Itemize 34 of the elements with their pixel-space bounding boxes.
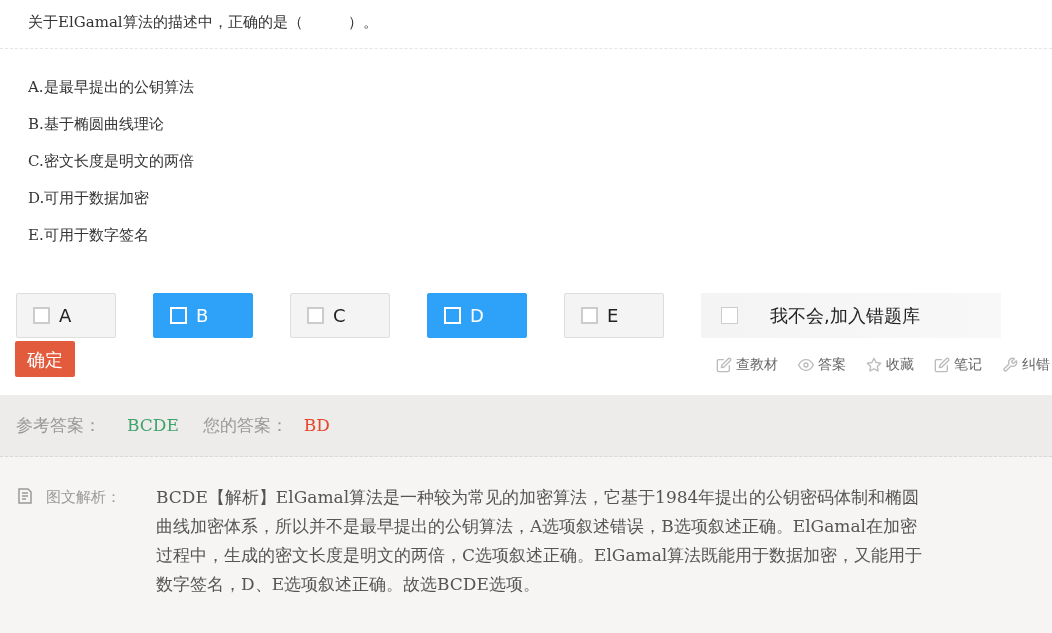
checkbox-icon xyxy=(444,307,461,324)
user-answer: BD xyxy=(303,413,330,437)
star-icon xyxy=(866,356,882,373)
checkbox-icon xyxy=(33,307,50,324)
reference-answer: BCDE xyxy=(127,413,179,437)
checkbox-icon xyxy=(721,307,738,324)
question-text: 关于ElGamal算法的描述中，正确的是（ ）。 xyxy=(28,13,378,31)
tool-link[interactable]: 收藏 xyxy=(886,354,914,375)
option-text: E.可用于数字签名 xyxy=(28,225,150,246)
tool-link[interactable]: 笔记 xyxy=(954,354,982,375)
analysis-label: 图文解析： xyxy=(46,487,122,508)
tool-link[interactable]: 纠错 xyxy=(1022,354,1050,375)
choice-button[interactable]: C xyxy=(290,293,390,338)
mistake-toggle[interactable]: 我不会,加入错题库 xyxy=(701,293,1001,338)
edit-icon xyxy=(716,356,732,373)
option-text: A.是最早提出的公钥算法 xyxy=(28,77,195,98)
edit-icon xyxy=(934,356,950,373)
wrench-icon xyxy=(1002,356,1018,373)
confirm-button[interactable]: 确定 xyxy=(15,341,75,377)
document-icon xyxy=(16,487,34,505)
eye-icon xyxy=(798,356,814,373)
choice-button[interactable]: A xyxy=(16,293,116,338)
tool-link[interactable]: 答案 xyxy=(818,354,846,375)
checkbox-icon xyxy=(307,307,324,324)
option-text: D.可用于数据加密 xyxy=(28,188,151,209)
answer-label: 您的答案： xyxy=(202,413,288,437)
option-text: C.密文长度是明文的两倍 xyxy=(28,151,195,172)
choice-button[interactable]: E xyxy=(564,293,664,338)
tool-link[interactable]: 查教材 xyxy=(736,354,778,375)
checkbox-icon xyxy=(581,307,598,324)
analysis-text: BCDE【解析】ElGamal算法是一种较为常见的加密算法，它基于1984年提出的公钥密码体制和椭圆曲线加密体系，所以并不是最早提出的公钥算法，A选项叙述错误，B选项叙述正确。ElGamal在加密过程中，生成的密文长度是明文的两倍，C选项叙述正确。ElGamal算法既能用于数据加密，又能用于数字签名，D、E选项叙述正确。故选BCDE选项。 xyxy=(156,486,924,596)
checkbox-icon xyxy=(170,307,187,324)
option-text: B.基于椭圆曲线理论 xyxy=(28,114,165,135)
answer-label: 参考答案： xyxy=(16,413,101,437)
